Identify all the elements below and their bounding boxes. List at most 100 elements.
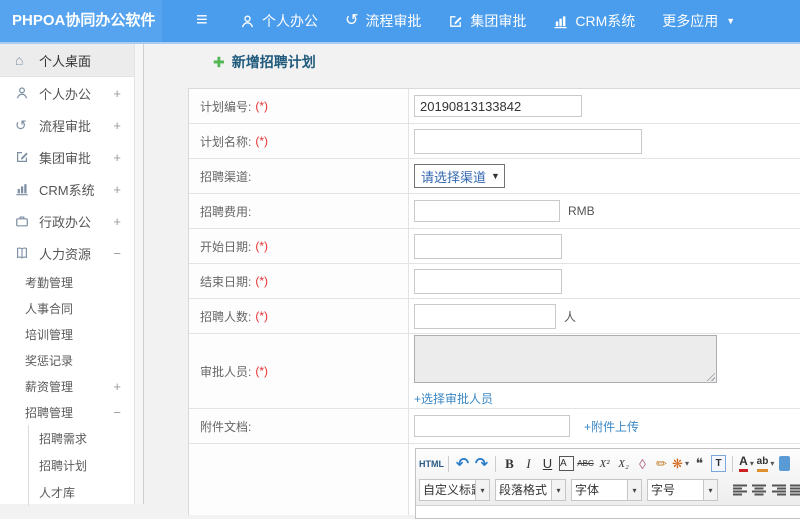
- edit-icon: [15, 150, 32, 164]
- nav-more-apps[interactable]: 更多应用 ▼: [662, 11, 735, 31]
- person-icon: [15, 86, 32, 100]
- attachment-input[interactable]: [414, 415, 570, 437]
- sidebar-item-label: 个人桌面: [39, 53, 92, 69]
- sidebar-item-talent-pool[interactable]: 人才库: [28, 479, 134, 506]
- align-center-icon[interactable]: [750, 480, 769, 500]
- sidebar-item-group-approval[interactable]: 集团审批 +: [0, 141, 134, 173]
- nav-label: 更多应用: [662, 13, 719, 29]
- align-right-icon[interactable]: [769, 480, 788, 500]
- editor-toolbar-row2: 自定义标题 ▾ 段落格式 ▾ 字体 ▾: [419, 478, 800, 502]
- sidebar-item-hr-contract[interactable]: 人事合同: [0, 295, 134, 321]
- attachment-upload-link[interactable]: +附件上传: [584, 418, 639, 435]
- redo-icon[interactable]: ↷: [472, 454, 491, 474]
- blockquote-icon[interactable]: ❝: [690, 454, 709, 474]
- sidebar-scrollbar[interactable]: [135, 44, 144, 504]
- expand-icon[interactable]: +: [113, 379, 121, 394]
- strikethrough-button[interactable]: ABC: [576, 454, 595, 474]
- resize-grip-icon[interactable]: [705, 371, 715, 381]
- app-root: { "colors":{"navbar":"#4a9cec","brand_bg…: [0, 0, 800, 519]
- subscript-button[interactable]: X₂: [614, 454, 633, 474]
- chevron-down-icon[interactable]: ▾: [475, 480, 489, 500]
- nav-group-approval[interactable]: 集团审批: [448, 11, 526, 31]
- expand-icon[interactable]: +: [113, 214, 121, 229]
- nav-personal-office[interactable]: 个人办公: [240, 11, 318, 31]
- sidebar-item-personal-office[interactable]: 个人办公 +: [0, 77, 134, 109]
- underline-button[interactable]: U: [538, 454, 557, 474]
- plan-no-input[interactable]: [414, 95, 582, 117]
- bar-chart-icon: [553, 14, 568, 29]
- person-icon: [240, 14, 255, 29]
- chevron-down-icon[interactable]: ▾: [703, 480, 717, 500]
- html-source-button[interactable]: HTML: [419, 454, 444, 474]
- sidebar-item-admin-office[interactable]: 行政办公 +: [0, 205, 134, 237]
- form-row-approver: 审批人员: (*) +选择审批人员: [189, 334, 800, 409]
- expand-icon[interactable]: +: [113, 118, 121, 133]
- sidebar-item-desktop[interactable]: ⌂ 个人桌面: [0, 44, 134, 77]
- sidebar-item-reward-record[interactable]: 奖惩记录: [0, 347, 134, 373]
- sidebar-item-recruit-plan[interactable]: 招聘计划: [28, 452, 134, 479]
- sidebar-item-salary[interactable]: 薪资管理 +: [0, 373, 134, 399]
- chevron-down-icon: ▾: [770, 459, 775, 468]
- sidebar-item-recruit-mgmt[interactable]: 招聘管理 −: [0, 399, 134, 425]
- expand-icon[interactable]: +: [113, 150, 121, 165]
- rich-text-editor: HTML ↶ ↷ B I U A ABC X² X₂ ◊ ✏ ❋ ▾ ❝ T A…: [415, 448, 800, 519]
- chevron-down-icon: ▾: [684, 459, 689, 468]
- sidebar-item-crm[interactable]: CRM系统 +: [0, 173, 134, 205]
- field-label: 招聘人数: (*): [189, 299, 409, 333]
- eraser-icon[interactable]: ◊: [633, 454, 652, 474]
- field-label: 计划编号: (*): [189, 89, 409, 123]
- italic-button[interactable]: I: [519, 454, 538, 474]
- approver-textarea[interactable]: [414, 335, 717, 383]
- sidebar-item-label: 行政办公: [39, 214, 92, 230]
- chevron-down-icon[interactable]: ▾: [627, 480, 641, 500]
- undo-icon[interactable]: ↶: [453, 454, 472, 474]
- collapse-icon[interactable]: −: [113, 246, 121, 261]
- collapse-icon[interactable]: −: [113, 405, 121, 420]
- font-size-dropdown[interactable]: 字号 ▾: [647, 479, 718, 501]
- sidebar-item-workflow-approval[interactable]: ↺ 流程审批 +: [0, 109, 134, 141]
- custom-title-dropdown[interactable]: 自定义标题 ▾: [419, 479, 490, 501]
- form-row-attachment: 附件文档: +附件上传: [189, 409, 800, 444]
- nav-label: 流程审批: [365, 13, 422, 29]
- edit-icon: [448, 14, 463, 29]
- sidebar-item-attendance[interactable]: 考勤管理: [0, 269, 134, 295]
- paste-plain-text-icon[interactable]: T: [711, 455, 726, 472]
- chevron-down-icon: ▾: [749, 459, 754, 468]
- channel-select[interactable]: 请选择渠道 ▼: [414, 164, 505, 188]
- sidebar-item-recruit-demand[interactable]: 招聘需求: [28, 425, 134, 452]
- sidebar-item-hr[interactable]: 人力资源 −: [0, 237, 134, 269]
- align-left-icon[interactable]: [731, 480, 750, 500]
- autoformat-icon[interactable]: ❋ ▾: [671, 454, 690, 474]
- toolbar-separator: [495, 455, 496, 472]
- font-family-dropdown[interactable]: 字体 ▾: [571, 479, 642, 501]
- chevron-down-icon[interactable]: ▾: [551, 480, 565, 500]
- count-unit: 人: [564, 309, 577, 324]
- emotion-icon[interactable]: [779, 456, 790, 471]
- head-count-input[interactable]: [414, 303, 556, 329]
- highlight-color-button[interactable]: ab ▾: [756, 454, 775, 474]
- start-date-input[interactable]: [414, 233, 562, 259]
- font-color-button[interactable]: A ▾: [737, 454, 756, 474]
- menu-toggle-icon[interactable]: ≡: [196, 0, 208, 42]
- editor-content-area[interactable]: [416, 506, 800, 518]
- plan-name-input[interactable]: [414, 128, 642, 154]
- expand-icon[interactable]: +: [113, 86, 121, 101]
- field-label: 附件文档:: [189, 409, 409, 443]
- expand-icon[interactable]: +: [113, 182, 121, 197]
- sidebar-menu: ⌂ 个人桌面 个人办公 + ↺ 流程审批 + 集团审批 + CRM系统 + 行政…: [0, 44, 134, 506]
- book-icon: [15, 246, 32, 260]
- sidebar-item-training[interactable]: 培训管理: [0, 321, 134, 347]
- format-brush-icon[interactable]: ✏: [652, 454, 671, 474]
- font-border-button[interactable]: A: [559, 456, 574, 471]
- cost-input[interactable]: [414, 200, 560, 222]
- end-date-input[interactable]: [414, 268, 562, 294]
- nav-crm-system[interactable]: CRM系统: [553, 11, 635, 31]
- nav-workflow-approval[interactable]: ↺ 流程审批: [345, 11, 421, 31]
- superscript-button[interactable]: X²: [595, 454, 614, 474]
- align-justify-icon[interactable]: [788, 480, 800, 500]
- required-marker: (*): [255, 364, 269, 378]
- select-approver-link[interactable]: +选择审批人员: [414, 390, 493, 407]
- bold-button[interactable]: B: [500, 454, 519, 474]
- paragraph-format-dropdown[interactable]: 段落格式 ▾: [495, 479, 566, 501]
- form-row-channel: 招聘渠道: 请选择渠道 ▼: [189, 159, 800, 194]
